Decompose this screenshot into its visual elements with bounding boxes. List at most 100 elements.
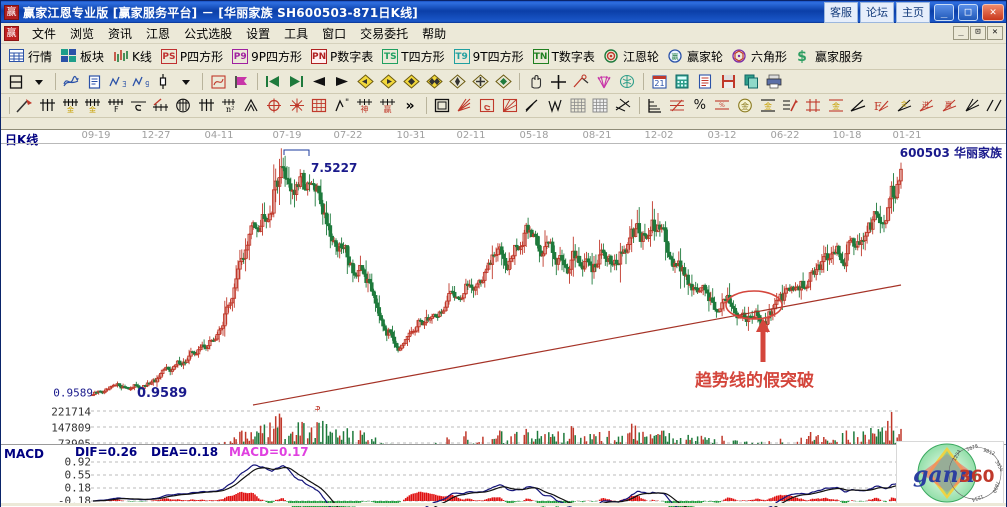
angle-lines-icon[interactable]: [241, 96, 263, 116]
red-grid-icon[interactable]: [802, 96, 824, 116]
gold-comb2-icon[interactable]: 金: [82, 96, 104, 116]
knot-icon[interactable]: [207, 72, 229, 92]
pen-icon[interactable]: [14, 96, 36, 116]
toolbar-button-t-number-table[interactable]: TN T数字表: [529, 46, 599, 67]
flag-icon[interactable]: [230, 72, 252, 92]
forum-button[interactable]: 论坛: [860, 1, 894, 23]
toolbar-button-p-square[interactable]: PS P四方形: [157, 46, 227, 67]
pen-comb-icon[interactable]: [150, 96, 172, 116]
calendar-icon[interactable]: 21: [648, 72, 670, 92]
print-icon[interactable]: [763, 72, 785, 92]
grid-box-icon[interactable]: [309, 96, 331, 116]
menu-item-trade-entrust[interactable]: 交易委托: [353, 24, 415, 43]
comb-lines2-icon[interactable]: [195, 96, 217, 116]
hand-icon[interactable]: [524, 72, 546, 92]
homepage-button[interactable]: 主页: [896, 1, 930, 23]
draw-tool-icon[interactable]: [570, 72, 592, 92]
candle-dropdown-arrow[interactable]: [175, 72, 197, 92]
toolbar-button-kline[interactable]: K线: [109, 46, 156, 67]
period-dropdown-arrow[interactable]: [28, 72, 50, 92]
wave9-icon[interactable]: 9: [129, 72, 151, 92]
toolbar-button-winner-service[interactable]: $ 赢家服务: [792, 46, 867, 67]
toolbar-button-p-number-table[interactable]: PN P数字表: [307, 46, 377, 67]
zoom-diamond-double-icon[interactable]: [423, 72, 445, 92]
zoom-diamond-node-icon[interactable]: [492, 72, 514, 92]
mdi-close-button[interactable]: ✕: [987, 26, 1003, 40]
f-comb-icon[interactable]: F: [105, 96, 127, 116]
fan-red-icon[interactable]: [453, 96, 475, 116]
page-right-icon[interactable]: [331, 72, 353, 92]
zoom-diamond-right-icon[interactable]: [377, 72, 399, 92]
n-squared-icon[interactable]: n²: [218, 96, 240, 116]
four-angle-icon[interactable]: [961, 96, 983, 116]
toolbar-button-quotes[interactable]: 行情: [5, 46, 56, 67]
macd-panel[interactable]: MACD DIF=0.26 DEA=0.18 MACD=0.17 0.92 0.…: [1, 444, 1006, 507]
toolbar-button-t-square[interactable]: TS T四方形: [378, 46, 448, 67]
brush-lines-icon[interactable]: [780, 96, 802, 116]
gold-lines-icon[interactable]: 金: [757, 96, 779, 116]
split-angle-icon[interactable]: [984, 96, 1006, 116]
rect-select-icon[interactable]: [431, 96, 453, 116]
two-lines-icon[interactable]: [521, 96, 543, 116]
comb-lines-icon[interactable]: [37, 96, 59, 116]
wave-quote-icon[interactable]: ": [331, 96, 353, 116]
macd-chart[interactable]: [1, 445, 1007, 507]
trend-lines-icon[interactable]: [612, 96, 634, 116]
scribble-icon[interactable]: [60, 72, 82, 92]
menu-item-news[interactable]: 资讯: [101, 24, 139, 43]
zoom-diamond-cross-icon[interactable]: [469, 72, 491, 92]
f-angle-icon[interactable]: F: [870, 96, 892, 116]
brain-icon[interactable]: [616, 72, 638, 92]
menu-item-gann[interactable]: 江恩: [139, 24, 177, 43]
calculator-icon[interactable]: [671, 72, 693, 92]
fan-icon[interactable]: [593, 72, 615, 92]
page-left-icon[interactable]: [308, 72, 330, 92]
toolbar-button-sector[interactable]: 板块: [57, 46, 108, 67]
grid-dense2-icon[interactable]: [589, 96, 611, 116]
wave3-icon[interactable]: 3: [106, 72, 128, 92]
diagonal-box-icon[interactable]: [499, 96, 521, 116]
menu-item-settings[interactable]: 设置: [239, 24, 277, 43]
document-icon[interactable]: [83, 72, 105, 92]
minimize-button[interactable]: _: [934, 3, 954, 21]
zoom-diamond-left-icon[interactable]: [354, 72, 376, 92]
toolbar-button-gann-wheel[interactable]: 江恩轮: [600, 46, 663, 67]
percent-lines-icon[interactable]: [666, 96, 688, 116]
last-page-icon[interactable]: [285, 72, 307, 92]
ying-angle-icon[interactable]: 赢: [938, 96, 960, 116]
mdi-minimize-button[interactable]: _: [953, 26, 969, 40]
maximize-button[interactable]: □: [958, 3, 978, 21]
percent-grid-icon[interactable]: %: [712, 96, 734, 116]
spiral-box-icon[interactable]: [476, 96, 498, 116]
toolbar-button-winner-wheel[interactable]: 赢 赢家轮: [664, 46, 727, 67]
grid-dense-icon[interactable]: [567, 96, 589, 116]
menu-item-file[interactable]: 文件: [25, 24, 63, 43]
copy-icon[interactable]: [740, 72, 762, 92]
mdi-restore-button[interactable]: ⊡: [970, 26, 986, 40]
menu-item-window[interactable]: 窗口: [315, 24, 353, 43]
crosshair-circle-icon[interactable]: [263, 96, 285, 116]
calendar-period-button[interactable]: [5, 72, 27, 92]
toolbar-overflow-button[interactable]: »: [399, 96, 421, 116]
jin-angle-icon[interactable]: 进: [916, 96, 938, 116]
close-button[interactable]: ✕: [982, 3, 1004, 21]
ruler-steps-icon[interactable]: [644, 96, 666, 116]
toolbar-button-9p-square[interactable]: P9 9P四方形: [228, 46, 306, 67]
menu-item-help[interactable]: 帮助: [415, 24, 453, 43]
percent-icon[interactable]: %: [689, 96, 711, 116]
crosshair-icon[interactable]: [547, 72, 569, 92]
single-candle-icon[interactable]: [152, 72, 174, 92]
shen-comb-icon[interactable]: 神: [354, 96, 376, 116]
zoom-diamond-expand-icon[interactable]: [446, 72, 468, 92]
zigzag-icon[interactable]: [544, 96, 566, 116]
zoom-diamond-h-icon[interactable]: [400, 72, 422, 92]
notes-icon[interactable]: [694, 72, 716, 92]
toolbar-button-9t-square[interactable]: T9 9T四方形: [450, 46, 528, 67]
ying-comb-icon[interactable]: 赢: [376, 96, 398, 116]
menu-item-tools[interactable]: 工具: [277, 24, 315, 43]
customer-service-button[interactable]: 客服: [824, 1, 858, 23]
starburst-icon[interactable]: [286, 96, 308, 116]
menu-item-formula-stock-pick[interactable]: 公式选股: [177, 24, 239, 43]
menu-item-browse[interactable]: 浏览: [63, 24, 101, 43]
circle-comb-icon[interactable]: [173, 96, 195, 116]
